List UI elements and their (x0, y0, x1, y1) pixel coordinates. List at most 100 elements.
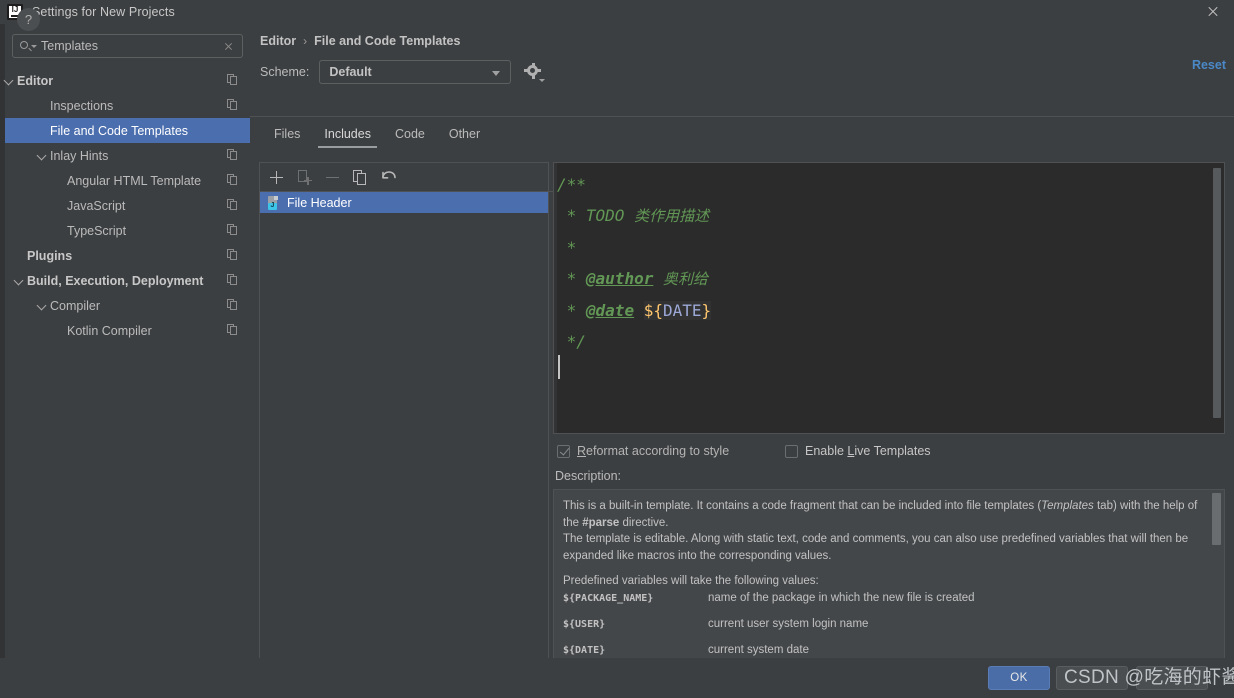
tab-includes[interactable]: Includes (312, 123, 383, 148)
scheme-label: Scheme: (260, 65, 310, 79)
help-button[interactable]: ? (17, 8, 40, 31)
variable-description: current system date (708, 644, 809, 656)
chevron-down-icon[interactable] (15, 276, 24, 285)
sidebar-item-label: Kotlin Compiler (67, 323, 152, 338)
sidebar-item-label: JavaScript (67, 198, 126, 213)
chevron-down-icon[interactable] (38, 301, 47, 310)
search-input[interactable]: Templates (12, 34, 243, 58)
undo-icon[interactable] (380, 169, 397, 186)
template-category-tabs: Files Includes Code Other (262, 123, 492, 148)
list-item[interactable]: File Header (260, 192, 548, 213)
list-item-label: File Header (287, 195, 352, 210)
editor-caret (558, 355, 560, 379)
code-line: * (557, 238, 577, 257)
editor-scrollbar[interactable] (1212, 164, 1223, 432)
variable-description: name of the package in which the new fil… (708, 592, 975, 604)
copy-settings-icon[interactable] (227, 274, 239, 286)
copy-settings-icon[interactable] (227, 199, 239, 211)
sidebar-item-inlay-hints[interactable]: Inlay Hints (5, 143, 250, 168)
copy-settings-icon[interactable] (227, 299, 239, 311)
breadcrumb-leaf: File and Code Templates (314, 34, 461, 48)
reset-link[interactable]: Reset (1192, 58, 1226, 72)
file-template-icon (267, 195, 281, 210)
sidebar-item-build-execution-deployment[interactable]: Build, Execution, Deployment (5, 268, 250, 293)
description-text: This is a built-in template. It contains… (563, 498, 1202, 590)
checkbox-box (785, 444, 798, 458)
template-list-panel: File Header (259, 162, 556, 664)
sidebar-item-angular-html-template[interactable]: Angular HTML Template (5, 168, 250, 193)
sidebar-item-label: TypeScript (67, 223, 127, 238)
reformat-checkbox-label: Reformat according to style (577, 444, 730, 458)
description-paragraph: Predefined variables will take the follo… (563, 575, 819, 587)
variable-name: ${USER} (563, 619, 606, 630)
description-label: Description: (555, 469, 621, 483)
sidebar-item-inspections[interactable]: Inspections (5, 93, 250, 118)
sidebar-item-plugins[interactable]: Plugins (5, 243, 250, 268)
variable-name: ${PACKAGE_NAME} (563, 593, 654, 604)
title-bar: Settings for New Projects (0, 0, 1234, 24)
copy-settings-icon[interactable] (227, 174, 239, 186)
search-icon (19, 38, 37, 54)
reformat-checkbox[interactable]: Reformat according to style (557, 444, 729, 458)
sidebar-item-label: Compiler (50, 298, 101, 313)
chevron-down-icon[interactable] (5, 76, 14, 85)
tab-files[interactable]: Files (262, 123, 312, 148)
variable-row: ${USER} current user system login name (563, 618, 1202, 644)
sidebar-item-label: Inlay Hints (50, 148, 109, 163)
code-line: */ (557, 332, 586, 351)
template-code-editor[interactable]: /** * TODO 类作用描述 * * @author 奥利给 * @date… (553, 162, 1225, 434)
description-panel: This is a built-in template. It contains… (553, 489, 1225, 664)
sidebar-item-typescript[interactable]: TypeScript (5, 218, 250, 243)
variable-row: ${PACKAGE_NAME} name of the package in wh… (563, 592, 1202, 618)
code-line: * TODO 类作用描述 (557, 206, 710, 225)
tab-code[interactable]: Code (383, 123, 437, 148)
description-paragraph: This is a built-in template. It contains… (563, 500, 1198, 529)
clear-icon[interactable] (220, 38, 236, 54)
watermark: CSDN @吃海的虾酱 (1064, 667, 1234, 688)
variable-name: ${DATE} (563, 645, 606, 656)
breadcrumb-separator-icon: › (303, 34, 308, 48)
search-input-value: Templates (41, 39, 98, 53)
remove-button (324, 169, 341, 186)
description-paragraph: The template is editable. Along with sta… (563, 533, 1189, 562)
code-line: /** (557, 175, 586, 194)
predefined-variables-table: ${PACKAGE_NAME} name of the package in wh… (563, 592, 1202, 663)
sidebar-item-javascript[interactable]: JavaScript (5, 193, 250, 218)
add-button[interactable] (268, 169, 285, 186)
chevron-down-icon (492, 71, 501, 76)
sidebar-item-label: File and Code Templates (50, 123, 189, 138)
sidebar-item-label: Build, Execution, Deployment (27, 273, 204, 288)
breadcrumb-root[interactable]: Editor (260, 34, 296, 48)
settings-dialog: Settings for New Projects Templates Edit… (0, 0, 1234, 698)
chevron-down-icon[interactable] (38, 151, 47, 160)
checkbox-box (557, 444, 570, 458)
copy-settings-icon[interactable] (227, 249, 239, 261)
sidebar-item-kotlin-compiler[interactable]: Kotlin Compiler (5, 318, 250, 343)
copy-settings-icon[interactable] (227, 224, 239, 236)
settings-sidebar: Templates Editor Inspections File and Code… (5, 24, 250, 658)
sidebar-item-editor[interactable]: Editor (5, 68, 250, 93)
description-scrollbar-thumb[interactable] (1212, 493, 1221, 545)
gear-icon[interactable] (524, 63, 546, 82)
copy-button[interactable] (352, 169, 369, 186)
sidebar-item-compiler[interactable]: Compiler (5, 293, 250, 318)
header-divider (250, 116, 1234, 117)
ok-button[interactable]: OK (988, 666, 1050, 690)
copy-settings-icon[interactable] (227, 74, 239, 86)
code-line: * @date ${DATE} (557, 301, 712, 320)
copy-settings-icon[interactable] (227, 99, 239, 111)
editor-scrollbar-thumb[interactable] (1212, 168, 1221, 418)
sidebar-item-label: Inspections (50, 98, 114, 113)
sidebar-item-file-and-code-templates[interactable]: File and Code Templates (5, 118, 250, 143)
template-list-toolbar (260, 163, 556, 192)
scheme-dropdown[interactable]: Default (319, 60, 512, 84)
live-templates-checkbox[interactable]: Enable Live Templates (785, 444, 931, 458)
tab-other[interactable]: Other (437, 123, 492, 148)
sidebar-item-label: Plugins (27, 248, 73, 263)
copy-settings-icon[interactable] (227, 149, 239, 161)
scheme-dropdown-value: Default (329, 65, 372, 79)
copy-settings-icon[interactable] (227, 324, 239, 336)
close-icon[interactable] (1205, 4, 1221, 20)
live-templates-checkbox-label: Enable Live Templates (805, 444, 931, 458)
